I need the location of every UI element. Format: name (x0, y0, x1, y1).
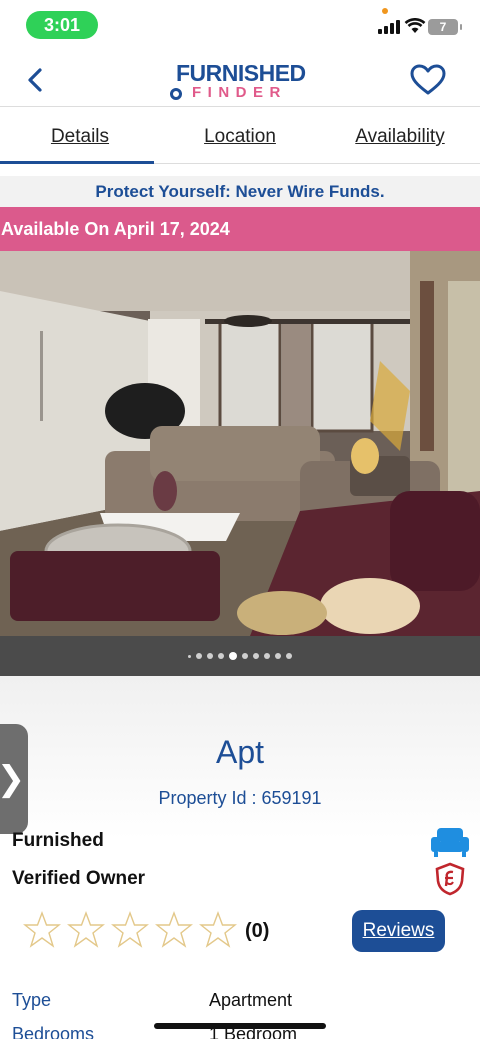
star-icon (67, 911, 105, 948)
pagination-dot[interactable] (242, 653, 248, 659)
property-details: ❯ Apt Property Id : 659191 Furnished Ver… (0, 676, 480, 1039)
wire-funds-warning: Protect Yourself: Never Wire Funds. (0, 176, 480, 207)
pagination-dot[interactable] (207, 653, 213, 659)
verified-shield-icon (435, 862, 465, 896)
battery-icon: 7 (428, 19, 462, 35)
pagination-dot[interactable] (275, 653, 281, 659)
logo-text-top: FURNISHED (176, 60, 306, 86)
status-time: 3:01 (26, 11, 98, 39)
pagination-dot[interactable] (264, 653, 270, 659)
feature-furnished: Furnished (12, 830, 104, 851)
tab-availability[interactable]: Availability (320, 108, 480, 163)
star-icon (23, 911, 61, 948)
home-indicator[interactable] (154, 1023, 326, 1029)
key-icon (170, 88, 182, 100)
heart-icon[interactable] (410, 64, 446, 96)
pagination-dot[interactable] (218, 653, 224, 659)
status-bar: 3:01 7 (0, 0, 480, 50)
tab-location[interactable]: Location (160, 108, 320, 163)
star-icon (111, 911, 149, 948)
back-arrow-icon[interactable] (22, 64, 50, 96)
wifi-icon (404, 18, 426, 33)
star-icon (199, 911, 237, 948)
feature-verified-owner: Verified Owner (12, 868, 146, 889)
spec-label-bedrooms: Bedrooms (12, 1024, 95, 1039)
app-header: FURNISHED FINDER (0, 50, 480, 107)
spec-label-type: Type (12, 990, 52, 1010)
logo-text-bottom: FINDER (192, 84, 287, 101)
tab-details[interactable]: Details (0, 108, 160, 164)
furnished-finder-logo: FURNISHED FINDER (170, 58, 315, 102)
rating-stars (22, 910, 238, 950)
photo-pagination[interactable] (0, 636, 480, 676)
property-title: Apt (215, 734, 265, 770)
cellular-signal-icon (378, 8, 402, 34)
pagination-dot[interactable] (286, 653, 292, 659)
star-icon (155, 911, 193, 948)
pagination-dot[interactable] (253, 653, 259, 659)
rating-count: (0) (245, 920, 270, 942)
availability-banner: Available On April 17, 2024 (0, 207, 480, 251)
reviews-button[interactable]: Reviews (352, 910, 445, 952)
pagination-dot[interactable] (188, 654, 191, 658)
pagination-dot[interactable] (229, 652, 237, 660)
tab-bar: Details Location Availability (0, 108, 480, 164)
pagination-dot[interactable] (196, 653, 202, 659)
property-photo[interactable] (0, 251, 480, 636)
spec-value-type: Apartment (209, 990, 293, 1010)
sofa-icon (431, 828, 469, 857)
property-id: Property Id : 659191 (158, 788, 322, 808)
